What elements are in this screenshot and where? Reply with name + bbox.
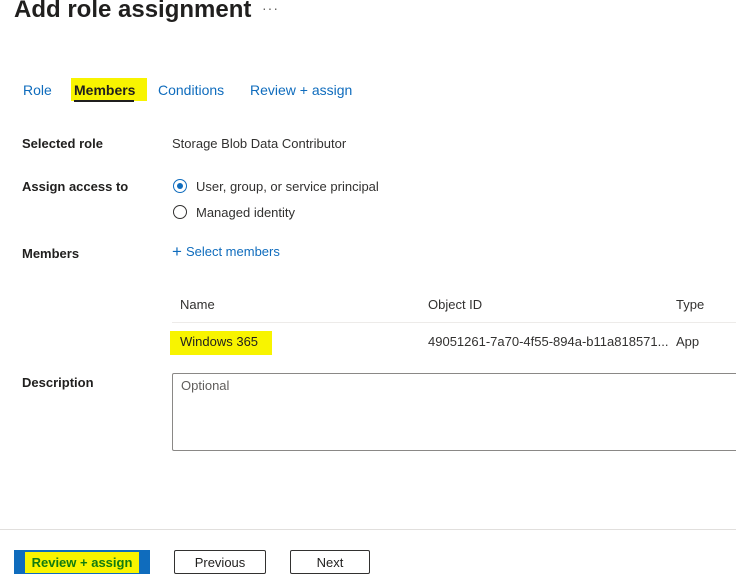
radio-checked-icon[interactable] — [173, 179, 187, 193]
column-header-name[interactable]: Name — [180, 297, 215, 312]
radio-label: User, group, or service principal — [196, 178, 379, 194]
description-label: Description — [22, 375, 94, 390]
radio-user-group-principal[interactable]: User, group, or service principal — [173, 177, 379, 195]
table-divider — [172, 322, 736, 323]
member-type: App — [676, 334, 700, 349]
select-members-link[interactable]: + Select members — [172, 241, 280, 261]
tab-review-assign[interactable]: Review + assign — [250, 82, 352, 98]
more-icon[interactable]: ··· — [262, 0, 279, 16]
select-members-label: Select members — [185, 244, 280, 259]
radio-label: Managed identity — [196, 204, 296, 220]
tab-members[interactable]: Members — [74, 82, 135, 98]
plus-icon: + — [172, 241, 182, 261]
radio-unchecked-icon[interactable] — [173, 205, 187, 219]
column-header-object-id[interactable]: Object ID — [428, 297, 482, 312]
description-input[interactable] — [172, 373, 736, 451]
column-header-type[interactable]: Type — [676, 297, 704, 312]
member-name: Windows 365 — [180, 334, 259, 349]
members-label: Members — [22, 246, 80, 261]
tab-conditions[interactable]: Conditions — [158, 82, 224, 98]
assign-access-label: Assign access to — [22, 179, 129, 194]
next-button[interactable]: Next — [290, 550, 370, 574]
previous-button[interactable]: Previous — [174, 550, 266, 574]
member-object-id: 49051261-7a70-4f55-894a-b11a818571... — [428, 334, 669, 349]
active-tab-underline — [74, 100, 134, 102]
page-title: Add role assignment — [14, 0, 252, 23]
review-assign-button[interactable]: Review + assign — [14, 550, 150, 574]
review-assign-label: Review + assign — [24, 551, 140, 573]
radio-managed-identity[interactable]: Managed identity — [173, 203, 295, 221]
tab-role[interactable]: Role — [23, 82, 52, 98]
footer-divider — [0, 529, 736, 530]
selected-role-label: Selected role — [22, 136, 103, 151]
selected-role-value: Storage Blob Data Contributor — [172, 136, 347, 151]
